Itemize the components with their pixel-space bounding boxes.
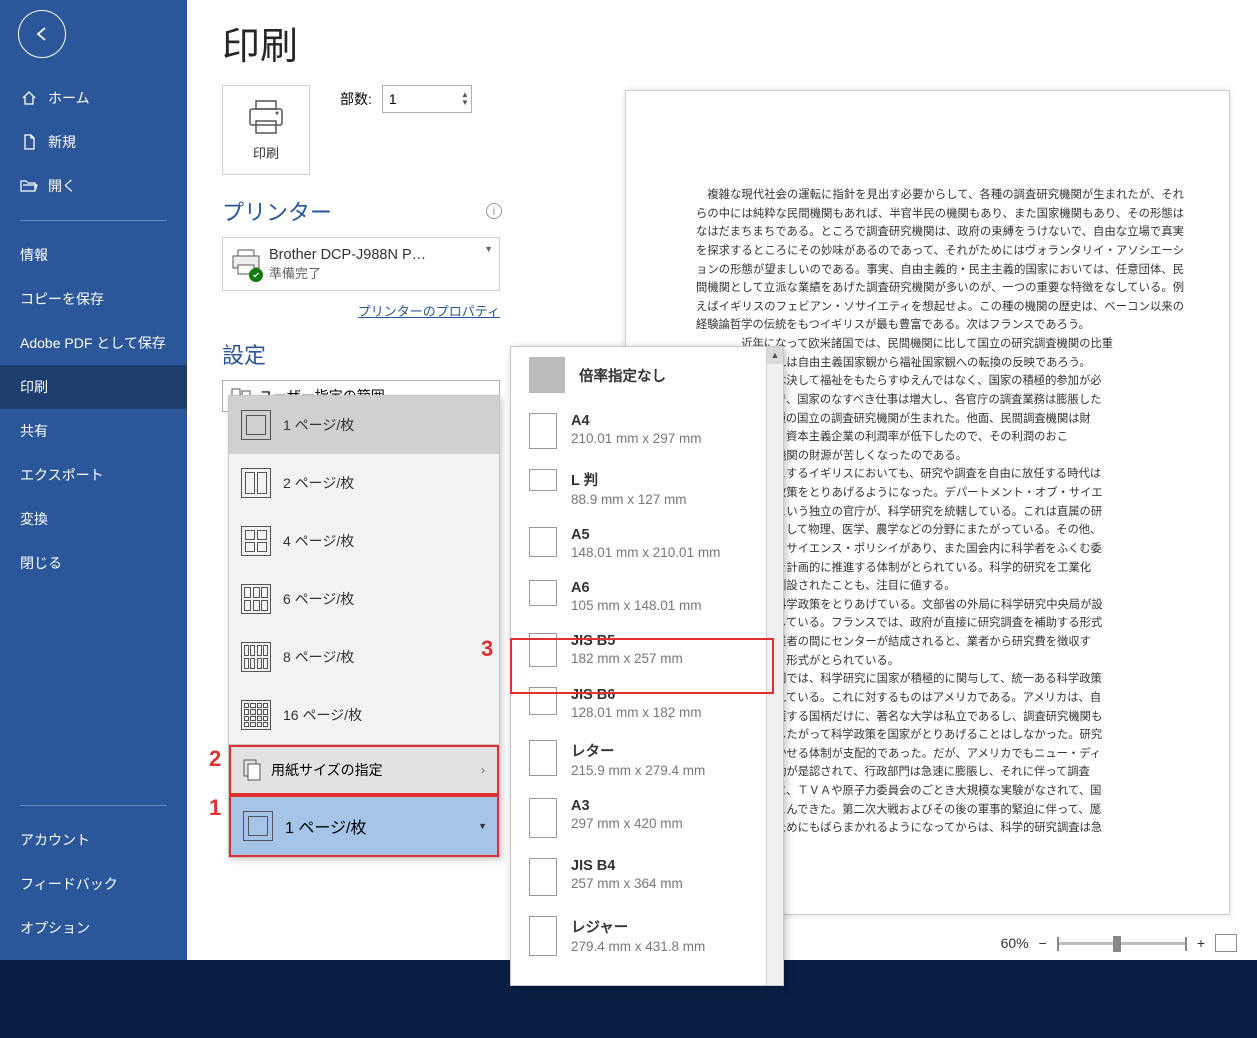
printer-dropdown[interactable]: Brother DCP-J988N P… 準備完了 ▼ bbox=[222, 237, 500, 291]
nav-export[interactable]: エクスポート bbox=[0, 453, 187, 497]
printer-section-title: プリンター bbox=[222, 195, 332, 227]
home-icon bbox=[20, 89, 38, 107]
nav-open[interactable]: 開く bbox=[0, 164, 187, 208]
pps-option-1[interactable]: 1 ページ/枚 bbox=[229, 396, 499, 454]
size-option-a3[interactable]: A3297 mm x 420 mm bbox=[511, 788, 783, 848]
pps-option-8[interactable]: 8 ページ/枚 bbox=[229, 628, 499, 686]
size-option-a4[interactable]: A4210.01 mm x 297 mm bbox=[511, 403, 783, 459]
annotation-3: 3 bbox=[481, 636, 493, 662]
printer-status-icon bbox=[231, 249, 261, 280]
zoom-in-button[interactable]: + bbox=[1197, 935, 1205, 951]
zoom-controls: 60% − + bbox=[1001, 934, 1237, 952]
copies-label: 部数: bbox=[340, 89, 372, 109]
nav-label: ホーム bbox=[48, 88, 90, 108]
copies-value: 1 bbox=[389, 91, 397, 107]
grid-16-icon bbox=[241, 700, 271, 730]
file-icon bbox=[20, 133, 38, 151]
page-size-icon bbox=[243, 759, 261, 781]
grid-1-icon bbox=[241, 410, 271, 440]
nav-account[interactable]: アカウント bbox=[0, 818, 187, 862]
nav-new[interactable]: 新規 bbox=[0, 120, 187, 164]
page-icon bbox=[529, 858, 557, 896]
info-icon[interactable]: i bbox=[486, 203, 502, 219]
copies-input[interactable]: 1 ▲▼ bbox=[382, 85, 472, 113]
grid-8-icon bbox=[241, 642, 271, 672]
annotation-1: 1 bbox=[209, 795, 221, 821]
nav-transform[interactable]: 変換 bbox=[0, 497, 187, 541]
annotation-2: 2 bbox=[209, 746, 221, 772]
nav-label: 開く bbox=[48, 176, 76, 196]
size-option-none[interactable]: 倍率指定なし bbox=[511, 347, 783, 403]
zoom-slider[interactable] bbox=[1057, 942, 1187, 945]
nav-save-copy[interactable]: コピーを保存 bbox=[0, 277, 187, 321]
grid-6-icon bbox=[241, 584, 271, 614]
ready-badge-icon bbox=[249, 268, 263, 282]
arrow-left-icon bbox=[33, 25, 51, 43]
page-icon bbox=[529, 469, 557, 491]
print-button-label: 印刷 bbox=[253, 143, 279, 162]
nav-adobe-pdf[interactable]: Adobe PDF として保存 bbox=[0, 321, 187, 365]
pps-option-4[interactable]: 4 ページ/枚 bbox=[229, 512, 499, 570]
zoom-value: 60% bbox=[1001, 935, 1029, 951]
grid-4-icon bbox=[241, 526, 271, 556]
page-icon bbox=[529, 687, 557, 715]
page-icon bbox=[529, 916, 557, 956]
size-option-l[interactable]: L 判88.9 mm x 127 mm bbox=[511, 459, 783, 517]
scroll-up-icon[interactable]: ▲ bbox=[767, 347, 783, 364]
zoom-out-button[interactable]: − bbox=[1039, 935, 1047, 951]
spinner-icon[interactable]: ▲▼ bbox=[461, 91, 469, 107]
chevron-right-icon: › bbox=[481, 763, 485, 777]
page-icon bbox=[529, 580, 557, 606]
back-button[interactable] bbox=[18, 10, 66, 58]
divider bbox=[20, 805, 167, 806]
chevron-down-icon: ▼ bbox=[478, 821, 487, 831]
divider bbox=[20, 220, 167, 221]
printer-icon bbox=[246, 99, 286, 135]
nav-label: 新規 bbox=[48, 132, 76, 152]
zoom-thumb[interactable] bbox=[1113, 936, 1121, 952]
grid-2-icon bbox=[241, 468, 271, 498]
printer-status: 準備完了 bbox=[269, 263, 426, 282]
folder-open-icon bbox=[20, 177, 38, 195]
nav-share[interactable]: 共有 bbox=[0, 409, 187, 453]
nav-info[interactable]: 情報 bbox=[0, 233, 187, 277]
printer-name: Brother DCP-J988N P… bbox=[269, 247, 426, 263]
backstage-sidebar: ホーム 新規 開く 情報 コピーを保存 Adobe PDF として保存 印刷 共… bbox=[0, 0, 187, 960]
scrollbar[interactable]: ▲ bbox=[766, 347, 783, 985]
size-option-ledger[interactable]: レジャー279.4 mm x 431.8 mm bbox=[511, 906, 783, 966]
page-icon bbox=[529, 633, 557, 667]
page-icon bbox=[529, 527, 557, 557]
nav-options[interactable]: オプション bbox=[0, 906, 187, 950]
pages-per-sheet-menu: 1 ページ/枚 2 ページ/枚 4 ページ/枚 6 ページ/枚 8 ページ/枚 … bbox=[228, 395, 500, 858]
page-icon bbox=[529, 413, 557, 449]
size-option-a5[interactable]: A5148.01 mm x 210.01 mm bbox=[511, 517, 783, 570]
size-option-jisb4[interactable]: JIS B4257 mm x 364 mm bbox=[511, 848, 783, 906]
page-icon bbox=[529, 740, 557, 776]
pages-per-sheet-dropdown[interactable]: 1 ページ/枚 ▼ bbox=[229, 795, 499, 857]
pps-option-6[interactable]: 6 ページ/枚 bbox=[229, 570, 499, 628]
preview-text: 複雑な現代社会の運転に指針を見出す必要からして、各種の調査研究機関が生まれたが、… bbox=[696, 186, 1184, 335]
nav-home[interactable]: ホーム bbox=[0, 76, 187, 120]
page-icon bbox=[529, 798, 557, 838]
paper-size-menu: ▲ 倍率指定なし A4210.01 mm x 297 mm L 判88.9 mm… bbox=[510, 346, 784, 986]
grid-1-icon bbox=[243, 811, 273, 841]
nav-close[interactable]: 閉じる bbox=[0, 541, 187, 585]
size-option-letter[interactable]: レター215.9 mm x 279.4 mm bbox=[511, 730, 783, 788]
nav-print[interactable]: 印刷 bbox=[0, 365, 187, 409]
print-button[interactable]: 印刷 bbox=[222, 85, 310, 175]
no-scale-icon bbox=[529, 357, 565, 393]
pps-option-16[interactable]: 16 ページ/枚 bbox=[229, 686, 499, 744]
paper-size-submenu[interactable]: 用紙サイズの指定 › bbox=[229, 745, 499, 795]
chevron-down-icon: ▼ bbox=[484, 244, 493, 254]
size-option-a6[interactable]: A6105 mm x 148.01 mm bbox=[511, 570, 783, 623]
size-option-jisb5[interactable]: JIS B5182 mm x 257 mm bbox=[511, 623, 783, 677]
printer-properties-link[interactable]: プリンターのプロパティ bbox=[187, 301, 500, 320]
size-option-jisb6[interactable]: JIS B6128.01 mm x 182 mm bbox=[511, 677, 783, 730]
page-title: 印刷 bbox=[187, 0, 1257, 85]
nav-feedback[interactable]: フィードバック bbox=[0, 862, 187, 906]
zoom-fit-button[interactable] bbox=[1215, 934, 1237, 952]
pps-option-2[interactable]: 2 ページ/枚 bbox=[229, 454, 499, 512]
